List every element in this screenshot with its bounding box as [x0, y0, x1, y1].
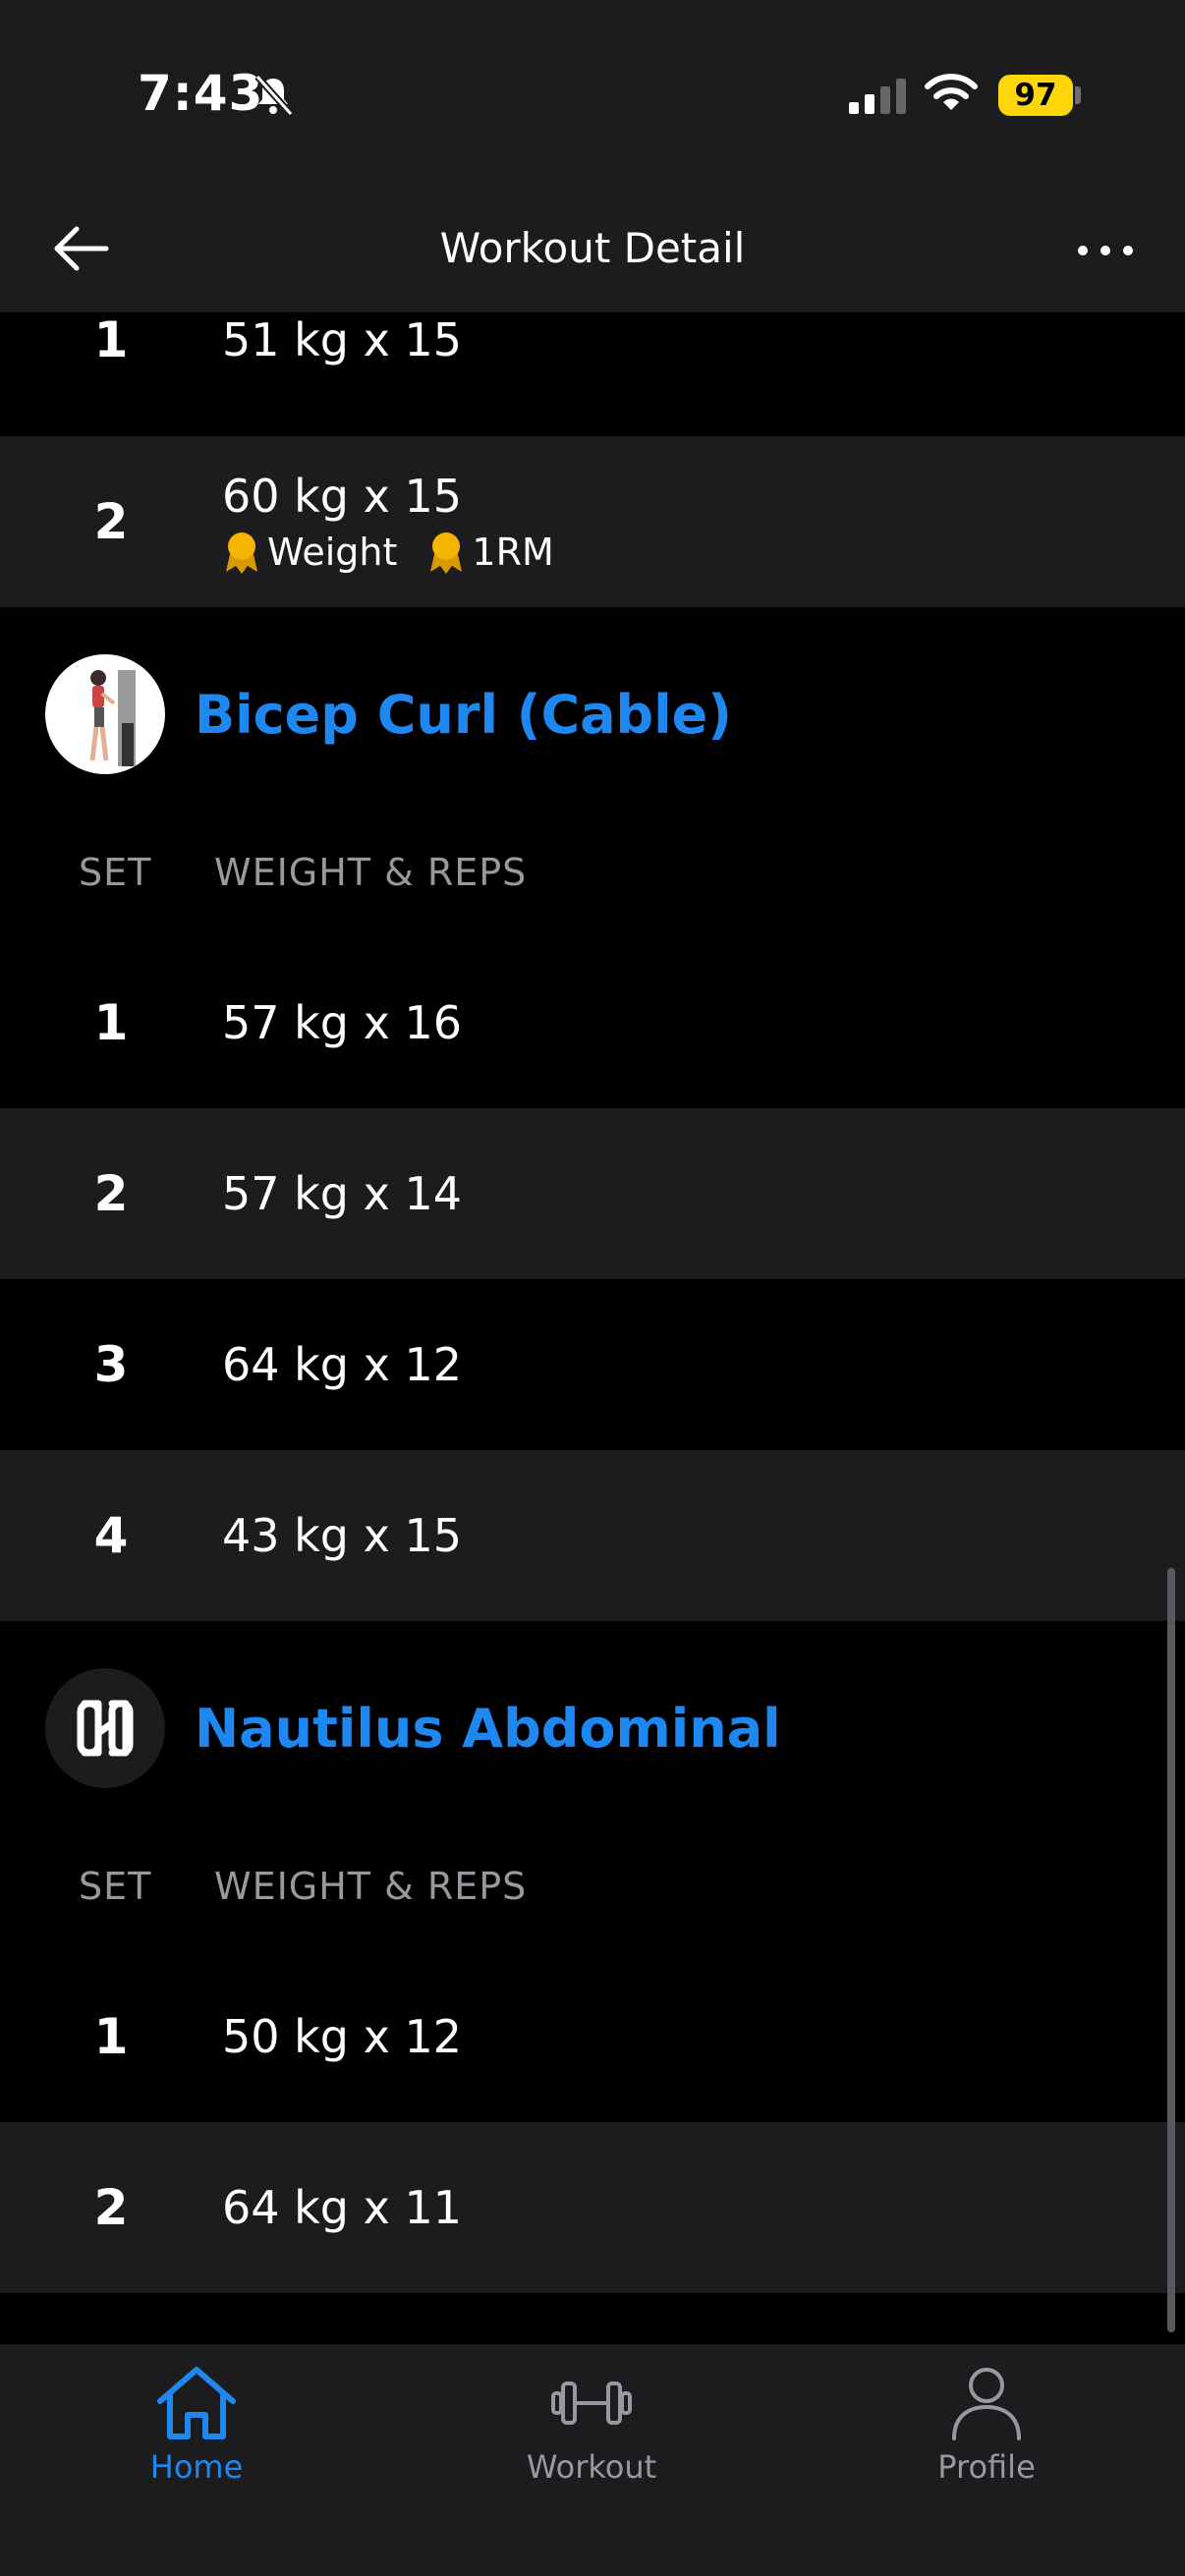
- tab-bar: Home Workout Profile: [0, 2344, 1185, 2576]
- wifi-icon: [925, 74, 978, 110]
- column-label-weight-reps: WEIGHT & REPS: [214, 1865, 528, 1908]
- home-icon: [157, 2367, 236, 2439]
- set-weight-reps: 43 kg x 15: [222, 1509, 462, 1562]
- pr-badge-weight: Weight: [222, 531, 397, 574]
- set-row: 2 64 kg x 11: [0, 2122, 1185, 2293]
- cellular-signal-icon: [849, 79, 906, 114]
- pr-badge-label: 1RM: [472, 531, 554, 574]
- exercise-name[interactable]: Bicep Curl (Cable): [195, 684, 732, 746]
- set-weight-reps: 64 kg x 12: [222, 1338, 462, 1391]
- set-number: 1: [93, 994, 129, 1051]
- pr-badge-label: Weight: [267, 531, 398, 574]
- tab-label: Workout: [526, 2448, 657, 2486]
- set-number: 2: [93, 1165, 129, 1222]
- set-number: 4: [93, 1507, 129, 1564]
- tab-workout[interactable]: Workout: [493, 2362, 690, 2486]
- set-number: 2: [93, 2179, 129, 2236]
- exercise-header[interactable]: Nautilus Abdominal: [0, 1621, 1185, 1835]
- column-label-set: SET: [79, 851, 152, 894]
- set-column-header: SET WEIGHT & REPS: [0, 1835, 1185, 1951]
- exercise-header[interactable]: Bicep Curl (Cable): [0, 607, 1185, 821]
- tab-profile[interactable]: Profile: [888, 2362, 1085, 2486]
- tab-label: Home: [149, 2448, 244, 2486]
- dumbbell-icon: [551, 2381, 632, 2425]
- column-label-weight-reps: WEIGHT & REPS: [214, 851, 528, 894]
- column-label-set: SET: [79, 1865, 152, 1908]
- set-weight-reps: 60 kg x 15: [222, 470, 462, 523]
- nav-bar: Workout Detail: [0, 187, 1185, 312]
- set-number: 3: [93, 1336, 129, 1393]
- status-time: 7:43: [138, 65, 264, 122]
- medal-icon: [430, 532, 463, 574]
- set-column-header: SET WEIGHT & REPS: [0, 821, 1185, 937]
- exercise-thumbnail: [45, 654, 165, 774]
- workout-content: 1 51 kg x 15 2 60 kg x 15 Weight 1RM Bic…: [0, 311, 1185, 2293]
- battery-icon: 97: [998, 75, 1073, 116]
- set-row: 3 64 kg x 12: [0, 1279, 1185, 1450]
- tab-label: Profile: [937, 2448, 1036, 2486]
- battery-nub: [1075, 86, 1081, 104]
- exercise-thumbnail: [45, 1668, 165, 1788]
- set-weight-reps: 51 kg x 15: [222, 313, 462, 366]
- set-number: 1: [93, 2008, 129, 2065]
- status-bar: 7:43 97: [0, 0, 1185, 187]
- set-row: 1 57 kg x 16: [0, 937, 1185, 1108]
- set-number: 2: [93, 493, 129, 550]
- more-horizontal-icon[interactable]: [1071, 216, 1140, 285]
- scrollbar[interactable]: [1167, 1568, 1175, 2332]
- set-weight-reps: 64 kg x 11: [222, 2181, 462, 2234]
- exercise-name[interactable]: Nautilus Abdominal: [195, 1698, 781, 1760]
- page-title: Workout Detail: [439, 224, 746, 272]
- person-icon: [952, 2368, 1021, 2440]
- bell-slash-icon: [254, 74, 294, 116]
- pr-badges: Weight 1RM: [222, 531, 584, 574]
- medal-icon: [226, 532, 257, 574]
- tab-home[interactable]: Home: [98, 2362, 295, 2486]
- set-weight-reps: 57 kg x 16: [222, 996, 462, 1049]
- set-weight-reps: 50 kg x 12: [222, 2010, 462, 2063]
- set-number: 1: [93, 311, 129, 368]
- cable-curl-illustration-icon: [89, 670, 136, 766]
- machine-icon: [77, 1700, 134, 1757]
- set-row: 2 57 kg x 14: [0, 1108, 1185, 1279]
- set-row: 4 43 kg x 15: [0, 1450, 1185, 1621]
- set-row: 2 60 kg x 15 Weight 1RM: [0, 436, 1185, 607]
- set-row: 1 51 kg x 15: [0, 311, 1185, 436]
- set-row: 1 50 kg x 12: [0, 1951, 1185, 2122]
- set-weight-reps: 57 kg x 14: [222, 1167, 462, 1220]
- pr-badge-1rm: 1RM: [426, 531, 554, 574]
